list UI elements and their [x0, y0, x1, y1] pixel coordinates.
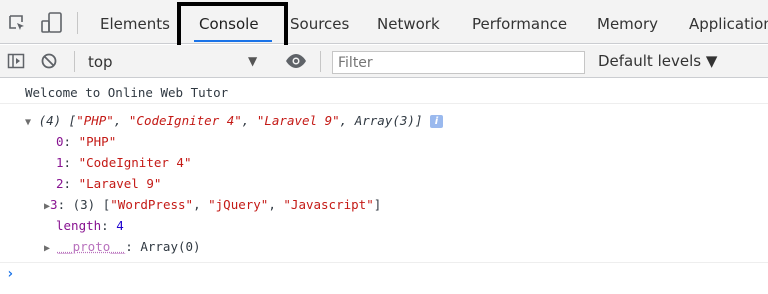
console-message: Welcome to Online Web Tutor [0, 79, 768, 104]
tab-sources[interactable]: Sources [290, 0, 349, 44]
log-message-text: Welcome to Online Web Tutor [25, 85, 229, 100]
bracket: ] [414, 113, 423, 128]
array-item-preview: Array(3) [354, 113, 415, 128]
toolbar-divider [320, 51, 321, 72]
tab-elements[interactable]: Elements [100, 0, 170, 44]
tab-memory[interactable]: Memory [597, 0, 658, 44]
collapsed-triangle-icon[interactable]: ▶ [44, 243, 50, 254]
array-item-preview: "Laravel 9" [256, 113, 340, 128]
info-icon[interactable]: i [430, 115, 443, 128]
filter-input[interactable] [332, 51, 585, 74]
tab-console[interactable]: Console [199, 0, 259, 44]
eye-icon[interactable] [285, 53, 307, 73]
proto-entry[interactable]: ▶ __proto__: Array(0) [44, 236, 201, 259]
console-prompt-icon[interactable]: › [6, 266, 14, 282]
sidebar-toggle-icon[interactable] [7, 52, 25, 74]
array-item-preview: "CodeIgniter 4" [128, 113, 242, 128]
tab-application[interactable]: Application [689, 0, 768, 44]
active-tab-indicator [194, 40, 272, 42]
array-summary[interactable]: ▼ (4) ["PHP", "CodeIgniter 4", "Laravel … [25, 110, 443, 133]
log-levels-dropdown[interactable]: Default levels ▼ [598, 52, 717, 70]
device-toggle-icon[interactable] [40, 12, 64, 38]
array-entry: 1: "CodeIgniter 4" [56, 155, 192, 170]
context-selector[interactable]: top ▼ [82, 49, 272, 74]
dropdown-arrow-icon: ▼ [248, 54, 258, 68]
tab-performance[interactable]: Performance [472, 0, 567, 44]
length-entry: length: 4 [56, 218, 124, 233]
array-item-preview: "PHP" [76, 113, 114, 128]
context-label: top [88, 53, 113, 71]
tab-bar-divider [77, 12, 78, 34]
nested-array-entry[interactable]: ▶3: (3) ["WordPress", "jQuery", "Javascr… [44, 194, 381, 217]
console-toolbar: top ▼ Default levels ▼ [0, 45, 768, 78]
tab-network[interactable]: Network [377, 0, 440, 44]
console-output: Welcome to Online Web Tutor ▼ (4) ["PHP"… [0, 79, 768, 294]
console-message: ▼ (4) ["PHP", "CodeIgniter 4", "Laravel … [0, 104, 768, 263]
clear-console-icon[interactable] [40, 52, 58, 74]
array-entry: 2: "Laravel 9" [56, 176, 162, 191]
devtools-tab-bar: Elements Console Sources Network Perform… [0, 0, 768, 44]
toolbar-divider [74, 51, 75, 72]
element-picker-icon[interactable] [8, 14, 26, 36]
expanded-triangle-icon[interactable]: ▼ [25, 117, 31, 128]
array-count: (4) [38, 113, 62, 128]
array-entry: 0: "PHP" [56, 134, 117, 149]
